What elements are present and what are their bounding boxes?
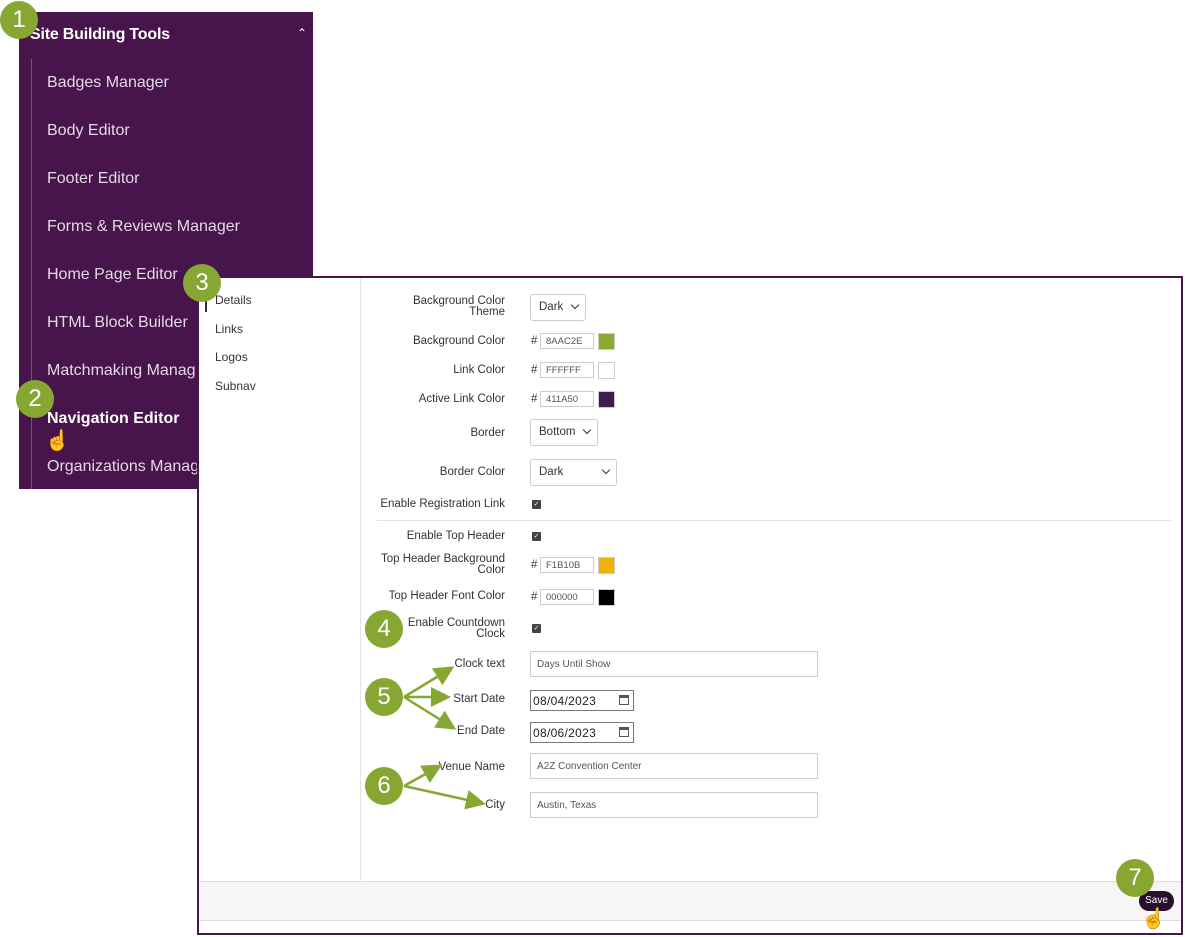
callout-badge-3: 3 <box>183 264 221 302</box>
callout-badge-1: 1 <box>0 1 38 39</box>
callout-badge-6: 6 <box>365 767 403 805</box>
callout-6-arrows <box>403 764 486 810</box>
callout-badge-7: 7 <box>1116 859 1154 897</box>
callout-badge-4: 4 <box>365 610 403 648</box>
callout-badge-5: 5 <box>365 678 403 716</box>
callout-badge-2: 2 <box>16 380 54 418</box>
callout-5-arrows <box>403 666 457 730</box>
callout-arrows <box>403 666 486 810</box>
